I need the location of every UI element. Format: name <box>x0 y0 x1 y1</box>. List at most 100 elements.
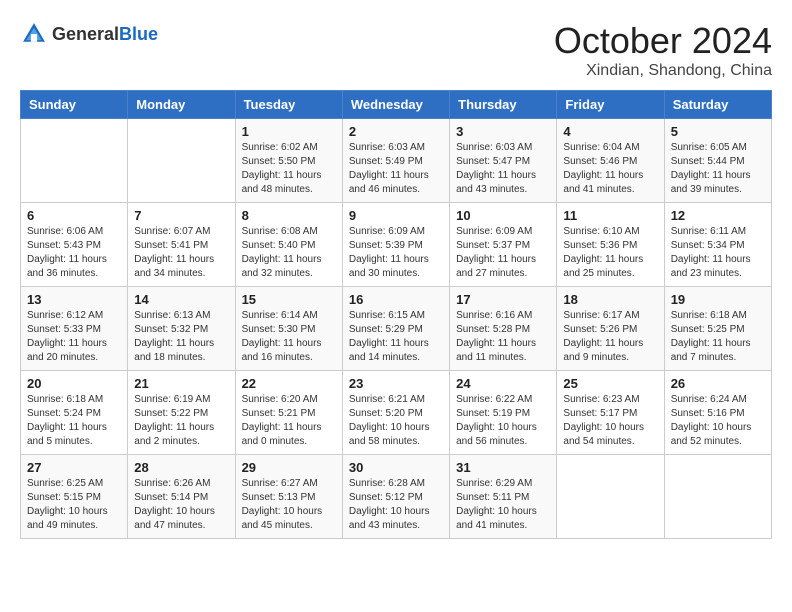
table-row: 20 Sunrise: 6:18 AMSunset: 5:24 PMDayligh… <box>21 371 128 455</box>
day-number: 24 <box>456 376 550 391</box>
header-sunday: Sunday <box>21 91 128 119</box>
table-row: 18 Sunrise: 6:17 AMSunset: 5:26 PMDayligh… <box>557 287 664 371</box>
cell-info: Sunrise: 6:11 AMSunset: 5:34 PMDaylight:… <box>671 225 765 281</box>
table-row: 16 Sunrise: 6:15 AMSunset: 5:29 PMDayligh… <box>342 287 449 371</box>
day-number: 17 <box>456 292 550 307</box>
cell-info: Sunrise: 6:15 AMSunset: 5:29 PMDaylight:… <box>349 309 443 365</box>
calendar-week-row: 6 Sunrise: 6:06 AMSunset: 5:43 PMDaylight… <box>21 203 772 287</box>
table-row: 28 Sunrise: 6:26 AMSunset: 5:14 PMDayligh… <box>128 455 235 539</box>
cell-info: Sunrise: 6:23 AMSunset: 5:17 PMDaylight:… <box>563 393 657 449</box>
table-row: 4 Sunrise: 6:04 AMSunset: 5:46 PMDaylight… <box>557 119 664 203</box>
logo: GeneralBlue <box>20 20 158 48</box>
table-row: 21 Sunrise: 6:19 AMSunset: 5:22 PMDayligh… <box>128 371 235 455</box>
table-row: 25Sunrise: 6:23 AMSunset: 5:17 PMDayligh… <box>557 371 664 455</box>
table-row: 27Sunrise: 6:25 AMSunset: 5:15 PMDayligh… <box>21 455 128 539</box>
table-row: 5 Sunrise: 6:05 AMSunset: 5:44 PMDaylight… <box>664 119 771 203</box>
day-number: 21 <box>134 376 228 391</box>
cell-info: Sunrise: 6:18 AMSunset: 5:25 PMDaylight:… <box>671 309 765 365</box>
table-row: 1 Sunrise: 6:02 AMSunset: 5:50 PMDaylight… <box>235 119 342 203</box>
day-number: 16 <box>349 292 443 307</box>
cell-info: Sunrise: 6:09 AMSunset: 5:39 PMDaylight:… <box>349 225 443 281</box>
day-number: 4 <box>563 124 657 139</box>
day-number: 14 <box>134 292 228 307</box>
header-monday: Monday <box>128 91 235 119</box>
table-row: 15 Sunrise: 6:14 AMSunset: 5:30 PMDayligh… <box>235 287 342 371</box>
day-number: 22 <box>242 376 336 391</box>
month-title: October 2024 <box>554 20 772 62</box>
title-block: October 2024 Xindian, Shandong, China <box>554 20 772 80</box>
table-row: 7 Sunrise: 6:07 AMSunset: 5:41 PMDaylight… <box>128 203 235 287</box>
table-row: 31Sunrise: 6:29 AMSunset: 5:11 PMDayligh… <box>450 455 557 539</box>
table-row: 11 Sunrise: 6:10 AMSunset: 5:36 PMDayligh… <box>557 203 664 287</box>
table-row <box>21 119 128 203</box>
day-number: 11 <box>563 208 657 223</box>
day-number: 6 <box>27 208 121 223</box>
cell-info: Sunrise: 6:25 AMSunset: 5:15 PMDaylight:… <box>27 477 121 533</box>
table-row <box>128 119 235 203</box>
cell-info: Sunrise: 6:13 AMSunset: 5:32 PMDaylight:… <box>134 309 228 365</box>
header-saturday: Saturday <box>664 91 771 119</box>
cell-info: Sunrise: 6:10 AMSunset: 5:36 PMDaylight:… <box>563 225 657 281</box>
day-number: 26 <box>671 376 765 391</box>
day-number: 20 <box>27 376 121 391</box>
day-number: 31 <box>456 460 550 475</box>
cell-info: Sunrise: 6:04 AMSunset: 5:46 PMDaylight:… <box>563 141 657 197</box>
calendar-table: Sunday Monday Tuesday Wednesday Thursday… <box>20 90 772 539</box>
cell-info: Sunrise: 6:27 AMSunset: 5:13 PMDaylight:… <box>242 477 336 533</box>
cell-info: Sunrise: 6:03 AMSunset: 5:49 PMDaylight:… <box>349 141 443 197</box>
table-row: 6 Sunrise: 6:06 AMSunset: 5:43 PMDaylight… <box>21 203 128 287</box>
day-number: 13 <box>27 292 121 307</box>
cell-info: Sunrise: 6:12 AMSunset: 5:33 PMDaylight:… <box>27 309 121 365</box>
table-row <box>664 455 771 539</box>
cell-info: Sunrise: 6:14 AMSunset: 5:30 PMDaylight:… <box>242 309 336 365</box>
table-row <box>557 455 664 539</box>
day-number: 3 <box>456 124 550 139</box>
cell-info: Sunrise: 6:08 AMSunset: 5:40 PMDaylight:… <box>242 225 336 281</box>
day-number: 7 <box>134 208 228 223</box>
day-number: 10 <box>456 208 550 223</box>
day-number: 28 <box>134 460 228 475</box>
cell-info: Sunrise: 6:17 AMSunset: 5:26 PMDaylight:… <box>563 309 657 365</box>
header-thursday: Thursday <box>450 91 557 119</box>
day-number: 1 <box>242 124 336 139</box>
cell-info: Sunrise: 6:21 AMSunset: 5:20 PMDaylight:… <box>349 393 443 449</box>
header-tuesday: Tuesday <box>235 91 342 119</box>
day-number: 19 <box>671 292 765 307</box>
cell-info: Sunrise: 6:05 AMSunset: 5:44 PMDaylight:… <box>671 141 765 197</box>
table-row: 13 Sunrise: 6:12 AMSunset: 5:33 PMDayligh… <box>21 287 128 371</box>
cell-info: Sunrise: 6:02 AMSunset: 5:50 PMDaylight:… <box>242 141 336 197</box>
calendar-week-row: 13 Sunrise: 6:12 AMSunset: 5:33 PMDayligh… <box>21 287 772 371</box>
table-row: 19 Sunrise: 6:18 AMSunset: 5:25 PMDayligh… <box>664 287 771 371</box>
logo-icon <box>20 20 48 48</box>
logo-text-general: General <box>52 24 119 44</box>
header-wednesday: Wednesday <box>342 91 449 119</box>
table-row: 9 Sunrise: 6:09 AMSunset: 5:39 PMDaylight… <box>342 203 449 287</box>
cell-info: Sunrise: 6:19 AMSunset: 5:22 PMDaylight:… <box>134 393 228 449</box>
table-row: 2 Sunrise: 6:03 AMSunset: 5:49 PMDaylight… <box>342 119 449 203</box>
cell-info: Sunrise: 6:22 AMSunset: 5:19 PMDaylight:… <box>456 393 550 449</box>
calendar-week-row: 1 Sunrise: 6:02 AMSunset: 5:50 PMDaylight… <box>21 119 772 203</box>
table-row: 12 Sunrise: 6:11 AMSunset: 5:34 PMDayligh… <box>664 203 771 287</box>
table-row: 24 Sunrise: 6:22 AMSunset: 5:19 PMDayligh… <box>450 371 557 455</box>
cell-info: Sunrise: 6:28 AMSunset: 5:12 PMDaylight:… <box>349 477 443 533</box>
day-number: 9 <box>349 208 443 223</box>
cell-info: Sunrise: 6:06 AMSunset: 5:43 PMDaylight:… <box>27 225 121 281</box>
day-number: 5 <box>671 124 765 139</box>
day-number: 30 <box>349 460 443 475</box>
calendar-week-row: 20 Sunrise: 6:18 AMSunset: 5:24 PMDayligh… <box>21 371 772 455</box>
page-header: GeneralBlue October 2024 Xindian, Shando… <box>20 20 772 80</box>
location-title: Xindian, Shandong, China <box>554 62 772 80</box>
day-number: 18 <box>563 292 657 307</box>
logo-text-blue: Blue <box>119 24 158 44</box>
day-number: 15 <box>242 292 336 307</box>
cell-info: Sunrise: 6:09 AMSunset: 5:37 PMDaylight:… <box>456 225 550 281</box>
calendar-header-row: Sunday Monday Tuesday Wednesday Thursday… <box>21 91 772 119</box>
day-number: 12 <box>671 208 765 223</box>
day-number: 2 <box>349 124 443 139</box>
cell-info: Sunrise: 6:26 AMSunset: 5:14 PMDaylight:… <box>134 477 228 533</box>
calendar-week-row: 27Sunrise: 6:25 AMSunset: 5:15 PMDayligh… <box>21 455 772 539</box>
table-row: 23Sunrise: 6:21 AMSunset: 5:20 PMDayligh… <box>342 371 449 455</box>
cell-info: Sunrise: 6:07 AMSunset: 5:41 PMDaylight:… <box>134 225 228 281</box>
day-number: 29 <box>242 460 336 475</box>
cell-info: Sunrise: 6:18 AMSunset: 5:24 PMDaylight:… <box>27 393 121 449</box>
